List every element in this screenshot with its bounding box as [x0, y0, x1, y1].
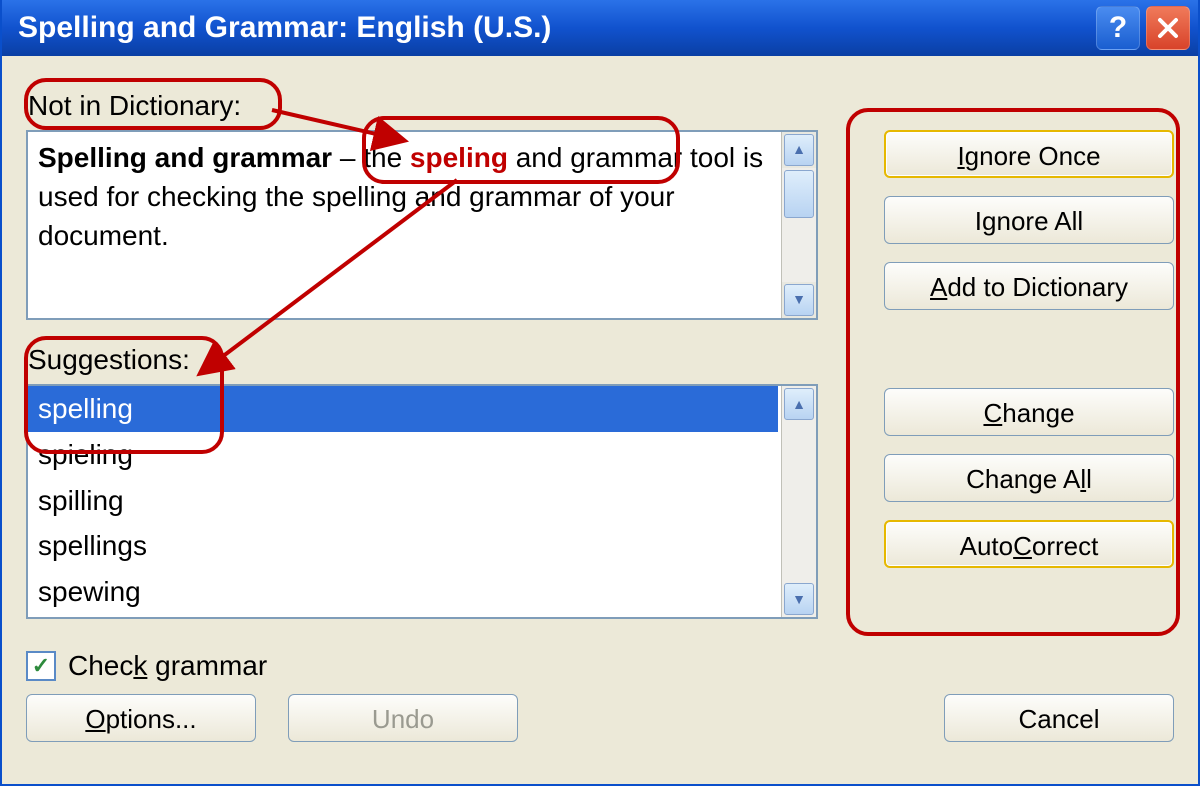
check-grammar-checkbox[interactable]: ✓ Check grammar — [26, 650, 267, 682]
change-all-button[interactable]: Change All — [884, 454, 1174, 502]
misspelled-word: speling — [410, 142, 508, 173]
suggestions-label: Suggestions: — [28, 344, 190, 376]
autocorrect-button[interactable]: AutoCorrect — [884, 520, 1174, 568]
not-in-dictionary-textbox[interactable]: Spelling and grammar – the speling and g… — [26, 130, 818, 320]
suggestion-item[interactable]: spellings — [28, 523, 778, 569]
suggestion-item[interactable]: spilling — [28, 478, 778, 524]
scroll-track[interactable] — [782, 168, 816, 282]
help-button[interactable]: ? — [1096, 6, 1140, 50]
scroll-down-icon[interactable]: ▼ — [784, 284, 814, 316]
ignore-all-button[interactable]: Ignore All — [884, 196, 1174, 244]
ignore-once-button[interactable]: Ignore Once — [884, 130, 1174, 178]
suggestion-item[interactable]: spelling — [28, 386, 778, 432]
suggestion-item[interactable]: spewing — [28, 569, 778, 615]
close-button[interactable] — [1146, 6, 1190, 50]
textbox-scrollbar[interactable]: ▲ ▼ — [781, 132, 816, 318]
close-icon — [1156, 16, 1180, 40]
change-button[interactable]: Change — [884, 388, 1174, 436]
suggestions-scrollbar[interactable]: ▲ ▼ — [781, 386, 816, 617]
undo-button[interactable]: Undo — [288, 694, 518, 742]
dialog-content: Not in Dictionary: Spelling and grammar … — [26, 76, 1174, 760]
scroll-down-icon[interactable]: ▼ — [784, 583, 814, 615]
suggestions-listbox[interactable]: spellingspielingspillingspellingsspewing… — [26, 384, 818, 619]
dialog-bottom-row: ✓ Check grammar Options... Undo Cancel — [26, 630, 1174, 760]
titlebar: Spelling and Grammar: English (U.S.) ? — [2, 0, 1198, 56]
window-title: Spelling and Grammar: English (U.S.) — [18, 11, 1090, 45]
checkbox-icon: ✓ — [26, 651, 56, 681]
cancel-button[interactable]: Cancel — [944, 694, 1174, 742]
add-to-dictionary-button[interactable]: Add to Dictionary — [884, 262, 1174, 310]
scroll-thumb[interactable] — [784, 170, 814, 218]
not-in-dictionary-label: Not in Dictionary: — [28, 90, 241, 122]
scroll-up-icon[interactable]: ▲ — [784, 134, 814, 166]
suggestion-item[interactable]: spieling — [28, 432, 778, 478]
options-button[interactable]: Options... — [26, 694, 256, 742]
error-context-text: Spelling and grammar – the speling and g… — [28, 132, 798, 262]
action-buttons-column: Ignore Once Ignore All Add to Dictionary… — [884, 130, 1174, 586]
scroll-up-icon[interactable]: ▲ — [784, 388, 814, 420]
